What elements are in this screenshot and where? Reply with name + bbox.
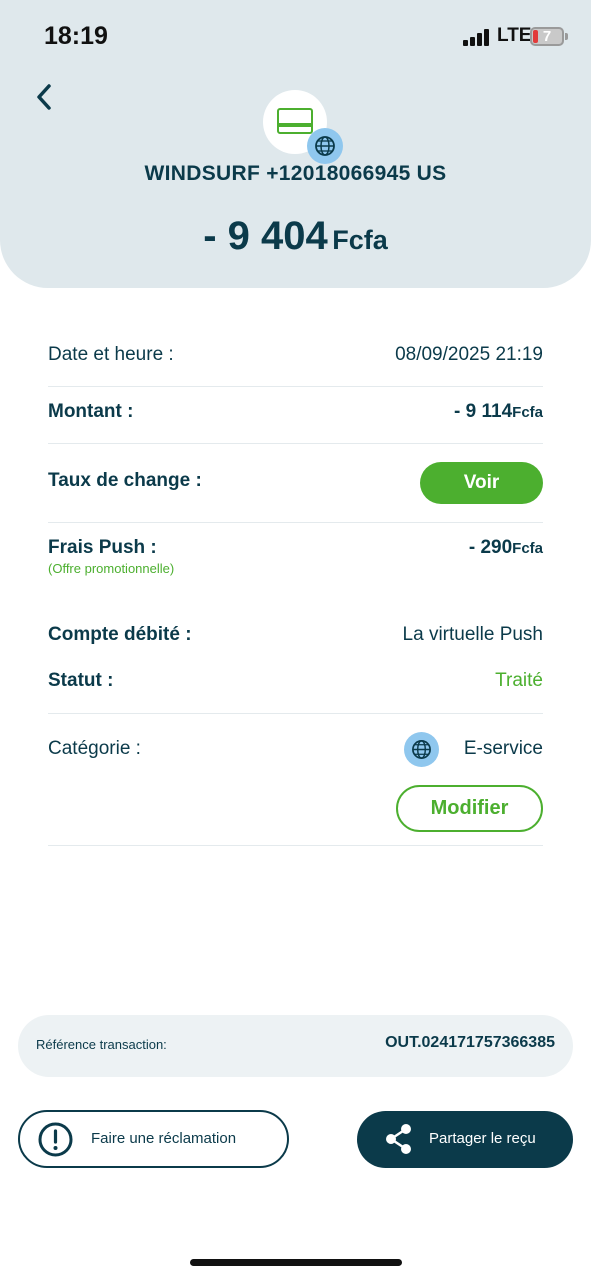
divider	[48, 845, 543, 846]
home-indicator[interactable]	[190, 1259, 402, 1266]
transaction-header: 18:19 LTE 7 WINDSURF +12018066945 US - 9…	[0, 0, 591, 288]
date-value: 08/09/2025 21:19	[395, 344, 543, 365]
battery-icon: 7	[530, 27, 564, 46]
network-type: LTE	[497, 25, 532, 46]
status-time: 18:19	[44, 22, 108, 50]
amount-currency: Fcfa	[332, 225, 388, 255]
share-icon	[386, 1124, 411, 1154]
detail-row-compte: Compte débité : La virtuelle Push	[48, 624, 543, 650]
categorie-value: E-service	[463, 738, 543, 759]
merchant-name: WINDSURF +12018066945 US	[144, 162, 447, 185]
compte-label: Compte débité :	[48, 624, 192, 645]
back-button[interactable]	[30, 80, 60, 114]
taux-label: Taux de change :	[48, 470, 202, 491]
claim-label: Faire une réclamation	[91, 1130, 237, 1147]
reference-box: Référence transaction: OUT.0241717573663…	[18, 1015, 573, 1077]
categorie-label: Catégorie :	[48, 738, 141, 759]
compte-value: La virtuelle Push	[402, 624, 543, 645]
frais-note: (Offre promotionnelle)	[48, 561, 175, 576]
globe-icon	[307, 128, 343, 164]
battery-level: 7	[542, 28, 552, 45]
reference-label: Référence transaction:	[36, 1037, 167, 1052]
statut-label: Statut :	[48, 670, 114, 691]
status-bar: 18:19 LTE 7	[0, 0, 591, 70]
reference-value: OUT.024171757366385	[385, 1034, 555, 1051]
frais-value: - 290Fcfa	[468, 537, 543, 558]
detail-row-categorie: Catégorie : E-service	[48, 738, 543, 764]
date-label: Date et heure :	[48, 344, 174, 365]
montant-value: - 9 114Fcfa	[454, 401, 543, 422]
montant-label: Montant :	[48, 401, 134, 422]
share-label: Partager le reçu	[429, 1130, 536, 1147]
divider	[48, 713, 543, 714]
status-badge: Traité	[495, 670, 543, 691]
divider	[48, 522, 543, 523]
detail-row-frais: Frais Push : (Offre promotionnelle) - 29…	[48, 537, 543, 581]
divider	[48, 386, 543, 387]
detail-row-date: Date et heure : 08/09/2025 21:19	[48, 344, 543, 370]
share-button[interactable]: Partager le reçu	[357, 1111, 573, 1168]
credit-card-icon	[277, 108, 313, 134]
frais-label: Frais Push :	[48, 537, 157, 558]
exclamation-circle-icon	[38, 1122, 73, 1157]
detail-row-statut: Statut : Traité	[48, 670, 543, 696]
detail-row-montant: Montant : - 9 114Fcfa	[48, 401, 543, 427]
battery-tip	[565, 33, 568, 40]
globe-icon	[404, 732, 439, 767]
claim-button[interactable]: Faire une réclamation	[18, 1110, 289, 1168]
divider	[48, 443, 543, 444]
voir-button[interactable]: Voir	[420, 462, 543, 504]
amount-value: - 9 404	[203, 214, 328, 258]
chevron-left-icon	[37, 84, 51, 110]
transaction-amount: - 9 404 Fcfa	[0, 214, 591, 259]
modifier-button[interactable]: Modifier	[396, 785, 543, 832]
signal-icon	[463, 28, 493, 46]
